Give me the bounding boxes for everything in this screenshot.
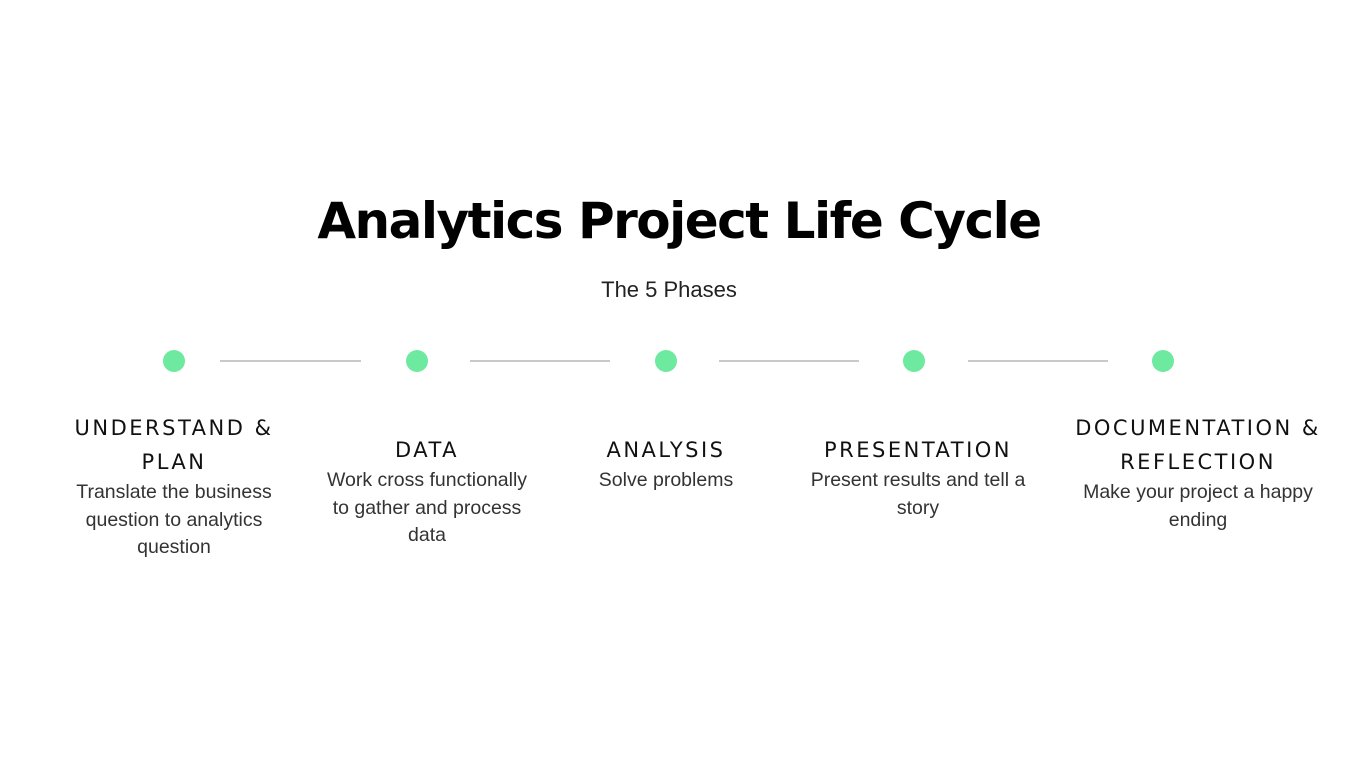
phase-description: Translate the business question to analy…	[76, 481, 272, 558]
phase-4-node	[903, 350, 925, 372]
phase-description: Make your project a happy ending	[1083, 481, 1313, 531]
phase-title: PRESENTATION	[823, 438, 1013, 462]
phase-3-node	[655, 350, 677, 372]
phase-understand-plan: UNDERSTAND & PLAN Translate the business…	[54, 411, 294, 562]
connector-2-3	[470, 360, 610, 362]
phase-2-node	[406, 350, 428, 372]
phase-description: Present results and tell a story	[810, 469, 1026, 519]
phase-title: DATA	[394, 438, 460, 462]
phase-1-node	[163, 350, 185, 372]
phase-description: Solve problems	[598, 469, 734, 491]
phase-presentation: PRESENTATION Present results and tell a …	[808, 433, 1028, 522]
phase-title: ANALYSIS	[606, 438, 726, 462]
connector-4-5	[968, 360, 1108, 362]
phase-title: UNDERSTAND & PLAN	[74, 416, 274, 474]
phase-analysis: ANALYSIS Solve problems	[566, 433, 766, 495]
connector-1-2	[220, 360, 361, 362]
phase-title: DOCUMENTATION & REFLECTION	[1075, 416, 1321, 474]
diagram-subtitle: The 5 Phases	[601, 277, 737, 302]
diagram-title: Analytics Project Life Cycle	[317, 192, 1042, 250]
phase-5-node	[1152, 350, 1174, 372]
connector-3-4	[719, 360, 859, 362]
phase-description: Work cross functionally to gather and pr…	[326, 469, 528, 546]
phase-data: DATA Work cross functionally to gather a…	[322, 433, 532, 550]
phase-documentation-reflection: DOCUMENTATION & REFLECTION Make your pro…	[1058, 411, 1338, 534]
